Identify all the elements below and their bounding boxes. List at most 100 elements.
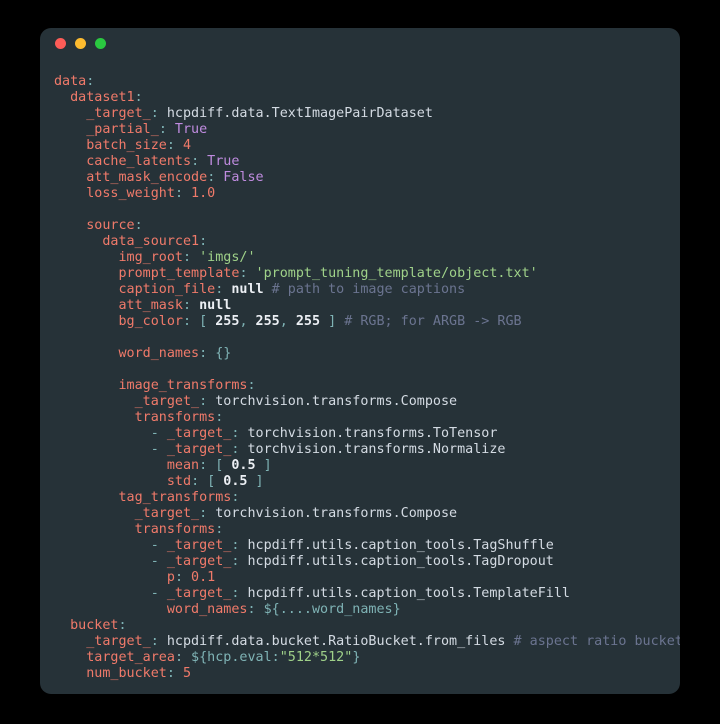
code-token-num: 4	[174, 138, 192, 153]
code-token-key: _target_	[134, 394, 200, 409]
code-token-plain: hcpdiff.utils.caption_tools.TemplateFill	[239, 586, 570, 601]
code-token-punct: :	[199, 506, 208, 521]
code-line: image_transforms:	[54, 378, 666, 394]
code-token-numb: 255	[207, 314, 240, 329]
code-token-dash: -	[150, 554, 167, 569]
code-token-key: cache_latents	[86, 154, 192, 169]
code-token-key: data_source1	[102, 234, 200, 249]
code-token-plain: hcpdiff.utils.caption_tools.TagShuffle	[239, 538, 554, 553]
code-token-key: att_mask_encode	[86, 170, 208, 185]
window-titlebar[interactable]	[40, 28, 680, 58]
code-token-comment: # aspect ratio bucket	[505, 634, 680, 649]
code-line: bucket:	[54, 618, 666, 634]
code-token-plain: hcpdiff.data.TextImagePairDataset	[158, 106, 433, 121]
code-token-key: dataset1	[70, 90, 135, 105]
code-token-plain: torchvision.transforms.ToTensor	[239, 426, 498, 441]
code-content[interactable]: data: dataset1: _target_: hcpdiff.data.T…	[40, 58, 680, 694]
code-token-numb: 255	[247, 314, 280, 329]
code-token-punct: :	[231, 490, 240, 505]
code-token-key: bg_color	[118, 314, 184, 329]
code-token-dash: -	[150, 538, 167, 553]
code-token-punct: :	[247, 602, 256, 617]
maximize-button-icon[interactable]	[95, 37, 106, 49]
code-token-str: 'prompt_tuning_template/object.txt'	[247, 266, 538, 281]
code-line: mean: [ 0.5 ]	[54, 458, 666, 474]
code-token-key: _target_	[86, 106, 151, 121]
code-token-key: word_names	[118, 346, 200, 361]
code-token-bool: True	[166, 122, 208, 137]
code-line: _target_: torchvision.transforms.Compose	[54, 394, 666, 410]
close-button-icon[interactable]	[55, 37, 66, 49]
code-token-numb: 0.5	[215, 474, 248, 489]
code-line: transforms:	[54, 522, 666, 538]
code-token-key: _target_	[86, 634, 151, 649]
code-line: cache_latents: True	[54, 154, 666, 170]
code-line: num_bucket: 5	[54, 666, 666, 682]
code-line: - _target_: hcpdiff.utils.caption_tools.…	[54, 586, 666, 602]
code-line: data_source1:	[54, 234, 666, 250]
code-token-punct: :	[183, 250, 192, 265]
code-token-numb: 255	[287, 314, 321, 329]
code-token-null: null	[223, 282, 264, 297]
code-token-dash: -	[150, 442, 167, 457]
minimize-button-icon[interactable]	[75, 37, 86, 49]
code-token-punct: :	[199, 346, 208, 361]
code-line: transforms:	[54, 410, 666, 426]
code-token-bracket: [	[207, 458, 224, 473]
code-token-punct: :	[134, 218, 143, 233]
code-token-comment: # RGB; for ARGB -> RGB	[336, 314, 522, 329]
code-token-punct: :	[215, 522, 224, 537]
code-token-key: tag_transforms	[118, 490, 232, 505]
code-token-key: loss_weight	[86, 186, 175, 201]
code-token-punct: :	[158, 122, 167, 137]
code-token-bracket: ,	[239, 314, 248, 329]
code-token-plain: torchvision.transforms.Compose	[207, 394, 458, 409]
code-token-null: null	[191, 298, 232, 313]
code-token-bracket: [	[199, 474, 216, 489]
code-line: - _target_: torchvision.transforms.ToTen…	[54, 426, 666, 442]
code-token-key: transforms	[134, 410, 216, 425]
code-line: _target_: hcpdiff.data.bucket.RatioBucke…	[54, 634, 680, 650]
code-line: data:	[54, 74, 666, 90]
code-token-punct: :	[134, 90, 143, 105]
code-token-bracket: ]	[255, 458, 272, 473]
code-token-dash: -	[150, 586, 167, 601]
code-line: prompt_template: 'prompt_tuning_template…	[54, 266, 666, 282]
code-token-key: target_area	[86, 650, 175, 665]
code-token-key: _target_	[166, 426, 232, 441]
code-token-punct: :	[199, 458, 208, 473]
code-line: source:	[54, 218, 666, 234]
code-token-key: prompt_template	[118, 266, 240, 281]
code-token-key: image_transforms	[118, 378, 248, 393]
code-token-punct: :	[183, 298, 192, 313]
code-token-key: _target_	[166, 554, 232, 569]
code-token-plain: torchvision.transforms.Normalize	[239, 442, 506, 457]
code-token-key: source	[86, 218, 135, 233]
code-line: p: 0.1	[54, 570, 666, 586]
code-token-key: _target_	[166, 586, 232, 601]
code-token-bracket: {}	[207, 346, 232, 361]
code-token-key: num_bucket	[86, 666, 167, 681]
